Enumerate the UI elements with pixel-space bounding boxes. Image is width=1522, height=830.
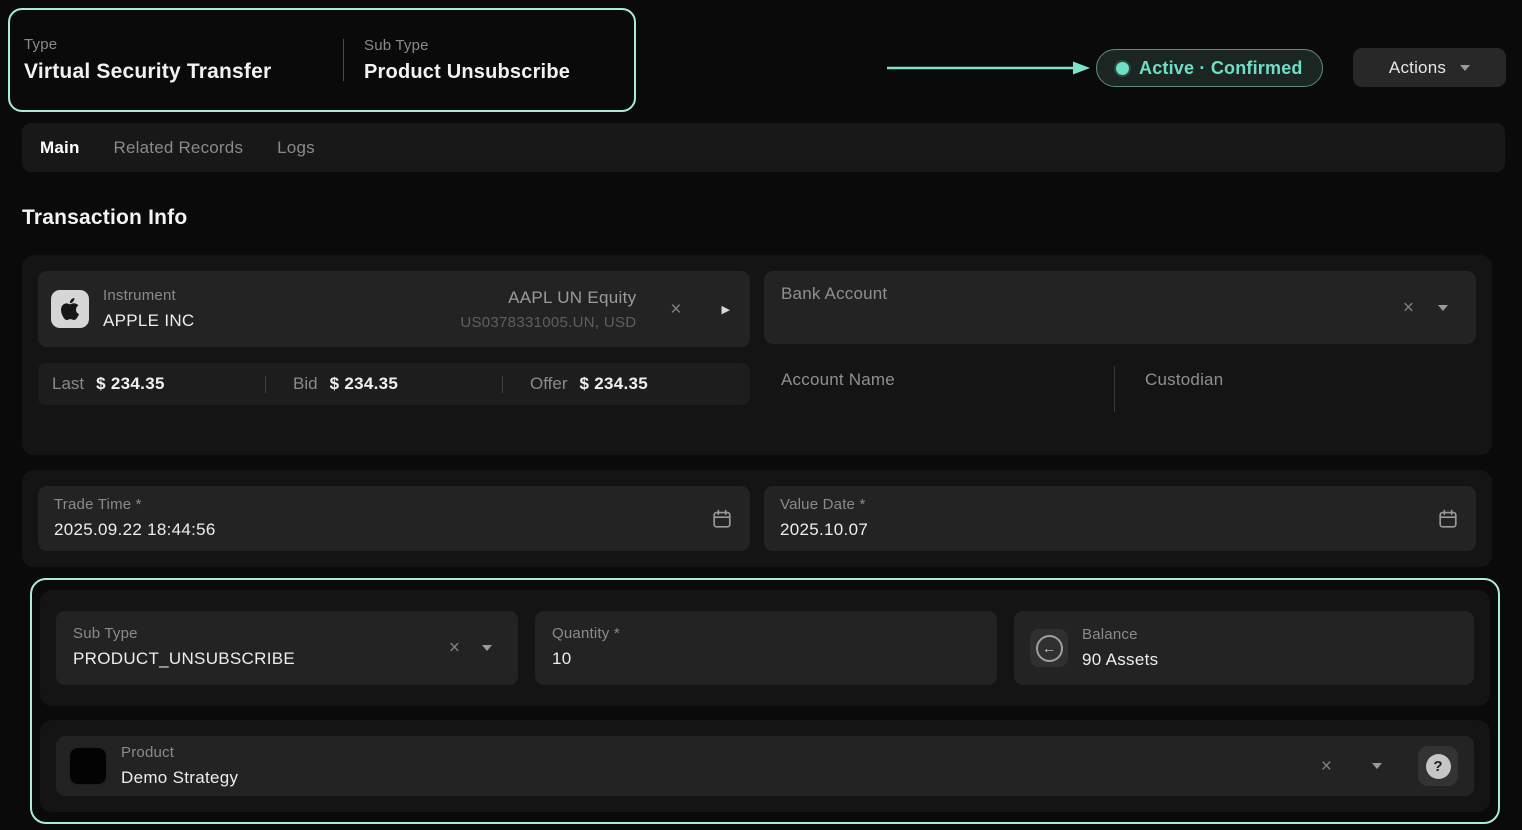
balance-value: 90 Assets: [1082, 650, 1158, 670]
subtype-label: Sub Type: [364, 37, 570, 54]
product-card: Product Demo Strategy × ?: [40, 720, 1490, 812]
value-date-field[interactable]: Value Date * 2025.10.07: [764, 486, 1476, 551]
chevron-down-icon[interactable]: [482, 645, 492, 651]
clear-icon[interactable]: ×: [1403, 298, 1414, 317]
back-arrow-glyph: ←: [1042, 640, 1056, 656]
balance-field: ← Balance 90 Assets: [1014, 611, 1474, 685]
instrument-ticker-block: AAPL UN Equity US0378331005.UN, USD: [460, 288, 636, 331]
expand-icon[interactable]: ▶: [722, 303, 730, 316]
clear-icon[interactable]: ×: [449, 639, 460, 658]
section-title: Transaction Info: [22, 206, 187, 230]
type-label: Type: [24, 36, 343, 53]
balance-label: Balance: [1082, 626, 1158, 643]
offer-price: Offer $ 234.35: [530, 374, 648, 394]
quantity-label: Quantity *: [552, 625, 980, 642]
status-badge: Active · Confirmed: [1096, 49, 1323, 87]
bid-value: $ 234.35: [330, 374, 399, 394]
subtype-select[interactable]: Sub Type PRODUCT_UNSUBSCRIBE ×: [56, 611, 518, 685]
last-value: $ 234.35: [96, 374, 165, 394]
calendar-icon[interactable]: [1437, 508, 1459, 530]
highlighted-section: Sub Type PRODUCT_UNSUBSCRIBE × Quantity …: [30, 578, 1500, 824]
question-glyph: ?: [1433, 758, 1442, 775]
product-value: Demo Strategy: [121, 768, 238, 788]
quantity-text: Quantity * 10: [552, 625, 980, 669]
bank-account-column: Bank Account × Account Name Custodian: [764, 271, 1476, 439]
quantity-value: 10: [552, 649, 980, 669]
datetime-card: Trade Time * 2025.09.22 18:44:56 Value D…: [22, 470, 1492, 567]
custodian-label: Custodian: [1145, 370, 1223, 389]
custodian-cell: Custodian: [1115, 366, 1223, 390]
trade-time-value: 2025.09.22 18:44:56: [54, 520, 734, 540]
question-icon: ?: [1426, 754, 1451, 779]
product-select[interactable]: Product Demo Strategy × ?: [56, 736, 1474, 796]
account-name-label: Account Name: [781, 370, 895, 389]
last-label: Last: [52, 374, 84, 394]
clear-icon[interactable]: ×: [670, 300, 681, 319]
instrument-value: APPLE INC: [103, 311, 195, 331]
tab-logs[interactable]: Logs: [277, 138, 315, 158]
status-dot-icon: [1116, 62, 1129, 75]
back-arrow-icon[interactable]: ←: [1030, 629, 1068, 667]
account-info-row: Account Name Custodian: [764, 366, 1476, 412]
calendar-icon[interactable]: [711, 508, 733, 530]
tab-related-records[interactable]: Related Records: [114, 138, 244, 158]
price-divider: [502, 376, 503, 393]
last-price: Last $ 234.35: [52, 374, 238, 394]
value-date-text: Value Date * 2025.10.07: [780, 496, 1460, 540]
bank-account-select[interactable]: Bank Account ×: [764, 271, 1476, 344]
instrument-column: Instrument APPLE INC AAPL UN Equity US03…: [38, 271, 750, 439]
price-bar: Last $ 234.35 Bid $ 234.35 Offer $ 234.3…: [38, 363, 750, 405]
subtype-field-value: PRODUCT_UNSUBSCRIBE: [73, 649, 501, 669]
actions-label: Actions: [1389, 58, 1446, 78]
offer-value: $ 234.35: [579, 374, 648, 394]
product-text: Product Demo Strategy: [121, 744, 238, 788]
product-label: Product: [121, 744, 238, 761]
offer-label: Offer: [530, 374, 567, 394]
type-group: Type Virtual Security Transfer: [24, 36, 343, 84]
annotation-arrow-icon: [885, 59, 1091, 77]
back-arrow-circle: ←: [1036, 635, 1063, 662]
trade-time-text: Trade Time * 2025.09.22 18:44:56: [54, 496, 734, 540]
quantity-input[interactable]: Quantity * 10: [535, 611, 997, 685]
subtype-quantity-card: Sub Type PRODUCT_UNSUBSCRIBE × Quantity …: [40, 590, 1490, 706]
instrument-label: Instrument: [103, 287, 195, 304]
apple-logo-icon: [51, 290, 89, 328]
instrument-card: Instrument APPLE INC AAPL UN Equity US03…: [22, 255, 1492, 455]
subtype-text: Sub Type PRODUCT_UNSUBSCRIBE: [73, 625, 501, 669]
chevron-down-icon[interactable]: [1372, 763, 1382, 769]
clear-icon[interactable]: ×: [1321, 757, 1332, 776]
trade-time-label: Trade Time *: [54, 496, 734, 513]
instrument-select[interactable]: Instrument APPLE INC AAPL UN Equity US03…: [38, 271, 750, 347]
subtype-value: Product Unsubscribe: [364, 61, 570, 84]
header-divider: [343, 39, 344, 81]
tab-bar: Main Related Records Logs: [22, 123, 1505, 172]
product-logo-icon: [69, 747, 107, 785]
instrument-isin: US0378331005.UN, USD: [460, 314, 636, 331]
chevron-down-icon: [1460, 65, 1470, 71]
page: Type Virtual Security Transfer Sub Type …: [0, 0, 1522, 830]
balance-text: Balance 90 Assets: [1082, 626, 1158, 670]
value-date-value: 2025.10.07: [780, 520, 1460, 540]
subtype-field-label: Sub Type: [73, 625, 501, 642]
chevron-down-icon[interactable]: [1438, 305, 1448, 311]
actions-button[interactable]: Actions: [1353, 48, 1506, 87]
value-date-label: Value Date *: [780, 496, 1460, 513]
instrument-text: Instrument APPLE INC: [103, 287, 195, 331]
price-divider: [265, 376, 266, 393]
bank-account-label: Bank Account: [781, 284, 1459, 304]
bid-price: Bid $ 234.35: [293, 374, 475, 394]
type-subtype-panel: Type Virtual Security Transfer Sub Type …: [8, 8, 636, 112]
bid-label: Bid: [293, 374, 318, 394]
account-name-cell: Account Name: [764, 366, 1114, 390]
instrument-ticker: AAPL UN Equity: [460, 288, 636, 308]
trade-time-field[interactable]: Trade Time * 2025.09.22 18:44:56: [38, 486, 750, 551]
subtype-group: Sub Type Product Unsubscribe: [364, 37, 570, 84]
help-button[interactable]: ?: [1418, 746, 1458, 786]
type-value: Virtual Security Transfer: [24, 60, 343, 84]
tab-main[interactable]: Main: [40, 138, 80, 158]
status-text: Active · Confirmed: [1139, 58, 1303, 79]
